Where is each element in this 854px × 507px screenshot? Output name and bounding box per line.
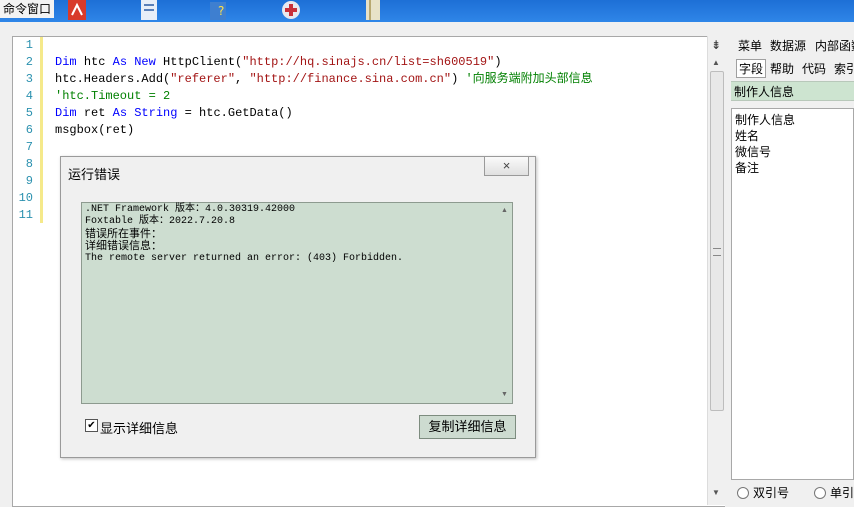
tab-code[interactable]: 代码 (802, 60, 826, 77)
list-item[interactable]: 微信号 (735, 144, 771, 160)
scrollbar-thumb[interactable] (710, 71, 724, 411)
tool-icon[interactable] (280, 0, 302, 20)
right-panel: 菜单 数据源 内部函数 字段 帮助 代码 索引 制作人信息 制作人信息 姓名 微… (731, 22, 854, 505)
document-icon[interactable] (138, 0, 160, 20)
error-text-line: 详细错误信息： (85, 239, 162, 252)
code-token: "http://finance.sina.com.cn" (249, 72, 452, 86)
tab-index[interactable]: 索引 (834, 60, 854, 77)
dialog-title: 运行错误 (68, 167, 121, 182)
code-token: ) (451, 72, 466, 86)
scroll-down-icon[interactable]: ▼ (712, 488, 720, 497)
code-line[interactable]: Dim htc As New HttpClient("http://hq.sin… (55, 54, 502, 71)
line-number: 9 (25, 174, 33, 188)
close-button[interactable]: × (484, 157, 529, 176)
code-line[interactable]: msgbox(ret) (55, 122, 134, 139)
field-list[interactable]: 制作人信息 姓名 微信号 备注 (731, 108, 854, 480)
tab-menu[interactable]: 菜单 (738, 37, 762, 54)
tab-fields[interactable]: 字段 (736, 59, 767, 78)
error-details-textbox[interactable]: ▲ ▼ .NET Framework 版本：4.0.30319.42000 Fox… (81, 202, 513, 404)
scroll-up-icon[interactable]: ▲ (501, 207, 508, 214)
list-item[interactable]: 姓名 (735, 128, 759, 144)
code-token: HttpClient( (163, 55, 243, 69)
double-quote-radio[interactable] (737, 487, 749, 499)
pdf-icon[interactable] (66, 0, 88, 20)
list-item[interactable]: 备注 (735, 160, 759, 176)
code-line[interactable]: 'htc.Timeout = 2 (55, 88, 170, 105)
code-token: New (134, 55, 164, 69)
code-line[interactable]: htc.Headers.Add("referer", "http://finan… (55, 71, 593, 88)
svg-text:?: ? (218, 4, 224, 18)
code-token: ret (83, 106, 113, 120)
grip-icon (713, 248, 721, 256)
book-icon[interactable] (362, 0, 384, 20)
code-token: As (112, 106, 135, 120)
line-number: 11 (18, 208, 33, 222)
help-icon[interactable]: ? (208, 0, 230, 20)
panel-header: 制作人信息 (731, 81, 854, 101)
double-quote-label: 双引号 (753, 486, 790, 500)
code-token: Dim (55, 55, 84, 69)
line-number: 1 (25, 38, 33, 52)
code-token: = htc.GetData() (184, 106, 293, 120)
change-marker-bar (40, 37, 43, 223)
show-details-checkbox[interactable]: ✔ (85, 419, 98, 432)
copy-details-button[interactable]: 复制详细信息 (419, 415, 516, 439)
line-number-gutter: 1 2 3 4 5 6 7 8 9 10 11 (13, 37, 41, 227)
error-text-line: .NET Framework 版本：4.0.30319.42000 (85, 204, 296, 215)
code-token: "referer" (170, 72, 236, 86)
line-number: 2 (25, 55, 33, 69)
code-token: ) (494, 55, 502, 69)
code-token: htc (83, 55, 113, 69)
code-token: As (112, 55, 135, 69)
editor-scrollbar[interactable]: ⇟ ▲ ▼ (707, 36, 725, 505)
window-title: 命令窗口 (0, 0, 55, 18)
line-number: 8 (25, 157, 33, 171)
line-number: 10 (18, 191, 33, 205)
list-item[interactable]: 制作人信息 (735, 112, 795, 128)
show-details-label: 显示详细信息 (100, 421, 179, 436)
code-token: String (134, 106, 185, 120)
toolbar: 命令窗口 ? (0, 0, 854, 22)
single-quote-radio[interactable] (814, 487, 826, 499)
code-token: '向服务端附加头部信息 (465, 72, 593, 86)
line-number: 6 (25, 123, 33, 137)
error-dialog: 运行错误 × ▲ ▼ .NET Framework 版本：4.0.30319.4… (60, 156, 536, 458)
scroll-up-icon[interactable]: ▲ (712, 58, 720, 67)
line-number: 4 (25, 89, 33, 103)
tab-datasource[interactable]: 数据源 (770, 37, 806, 54)
error-text-line: The remote server returned an error: (40… (85, 253, 404, 264)
tab-help[interactable]: 帮助 (770, 60, 794, 77)
line-number: 7 (25, 140, 33, 154)
code-token: htc.Headers.Add( (55, 72, 171, 86)
code-token: 'htc.Timeout = 2 (55, 89, 171, 103)
code-line[interactable]: Dim ret As String = htc.GetData() (55, 105, 293, 122)
code-token: , (235, 72, 250, 86)
tab-internal-functions[interactable]: 内部函数 (815, 37, 854, 54)
single-quote-label: 单引号 (830, 486, 854, 500)
scroll-down-icon[interactable]: ▼ (501, 391, 508, 398)
code-token: Dim (55, 106, 84, 120)
split-icon[interactable]: ⇟ (711, 38, 721, 52)
code-token: "http://hq.sinajs.cn/list=sh600519" (242, 55, 495, 69)
line-number: 3 (25, 72, 33, 86)
code-token: msgbox(ret) (55, 123, 135, 137)
line-number: 5 (25, 106, 33, 120)
